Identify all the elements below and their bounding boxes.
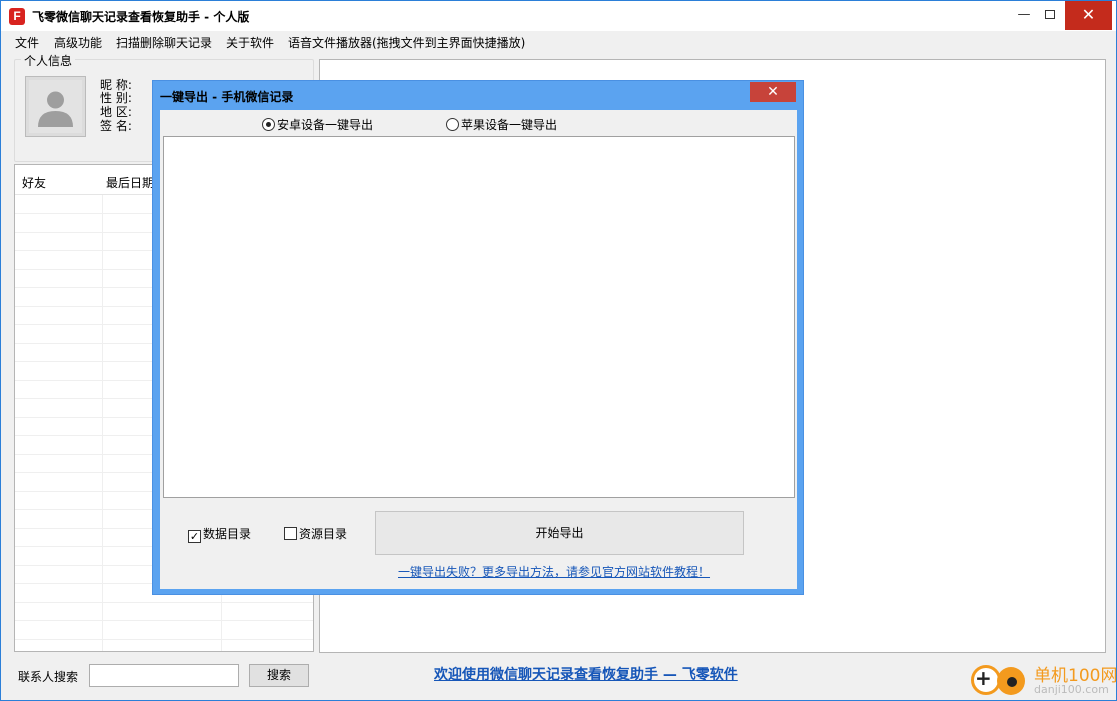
menu-file[interactable]: 文件 (15, 34, 39, 51)
contact-search-label: 联系人搜索 (18, 670, 79, 684)
radio-apple-label: 苹果设备一键导出 (461, 118, 558, 132)
window-title: 飞零微信聊天记录查看恢复助手 - 个人版 (32, 10, 250, 24)
search-button[interactable]: 搜索 (249, 664, 309, 687)
close-button[interactable]: ✕ (1065, 1, 1112, 30)
checkbox-data-dir[interactable]: ✓ 数据目录 (188, 525, 251, 543)
app-logo-icon: F (9, 8, 25, 25)
column-header-last-date[interactable]: 最后日期 (106, 174, 154, 191)
radio-android[interactable]: 安卓设备一键导出 (262, 116, 373, 132)
dialog-body: 安卓设备一键导出 苹果设备一键导出 ✓ 数据目录 资源目录 开始导出 一键导出失败… (160, 110, 797, 589)
profile-group-title: 个人信息 (21, 52, 76, 69)
maximize-icon (1045, 10, 1055, 19)
table-row-line (15, 639, 313, 640)
checkbox-data-dir-label: 数据目录 (203, 527, 252, 541)
export-help-link[interactable]: 一键导出失败？更多导出方法，请参见官方网站软件教程！ (398, 563, 710, 580)
watermark-dot-icon (1007, 677, 1017, 687)
title-bar: F 飞零微信聊天记录查看恢复助手 - 个人版 — ✕ (1, 1, 1116, 31)
dialog-close-button[interactable]: ✕ (750, 82, 796, 102)
welcome-link[interactable]: 欢迎使用微信聊天记录查看恢复助手 — 飞零软件 (434, 664, 738, 684)
checkbox-data-dir-box[interactable]: ✓ (188, 530, 201, 543)
radio-apple[interactable]: 苹果设备一键导出 (446, 116, 557, 132)
menu-bar: 文件 高级功能 扫描删除聊天记录 关于软件 语音文件播放器(拖拽文件到主界面快捷… (1, 32, 1116, 52)
column-header-friend[interactable]: 好友 (22, 174, 46, 191)
checkbox-resource-dir[interactable]: 资源目录 (284, 525, 347, 542)
avatar-placeholder-icon (29, 80, 82, 133)
radio-android-indicator[interactable] (262, 118, 275, 131)
watermark-url: danji100.com (1034, 683, 1109, 696)
dialog-title: 一键导出 - 手机微信记录 (160, 90, 294, 104)
checkbox-resource-dir-label: 资源目录 (299, 527, 348, 541)
menu-scan-deleted[interactable]: 扫描删除聊天记录 (116, 34, 212, 51)
avatar (25, 76, 86, 137)
signature-label: 签 名: (100, 119, 132, 133)
menu-voice-player[interactable]: 语音文件播放器(拖拽文件到主界面快捷播放) (288, 34, 525, 51)
table-row-line (15, 602, 313, 603)
checkbox-resource-dir-box[interactable] (284, 527, 297, 540)
plus-icon: + (975, 666, 992, 690)
export-dialog: 一键导出 - 手机微信记录 ✕ 安卓设备一键导出 苹果设备一键导出 ✓ 数据目录 … (152, 80, 804, 595)
radio-apple-indicator[interactable] (446, 118, 459, 131)
table-row-line (15, 620, 313, 621)
start-export-button[interactable]: 开始导出 (375, 511, 744, 555)
menu-about[interactable]: 关于软件 (226, 34, 274, 51)
contact-search-input[interactable] (89, 664, 239, 687)
export-log-area[interactable] (163, 136, 795, 498)
maximize-button[interactable] (1035, 1, 1065, 30)
menu-advanced[interactable]: 高级功能 (54, 34, 102, 51)
radio-android-label: 安卓设备一键导出 (277, 118, 374, 132)
watermark-logo: + 单机100网 danji100.com (969, 661, 1117, 701)
